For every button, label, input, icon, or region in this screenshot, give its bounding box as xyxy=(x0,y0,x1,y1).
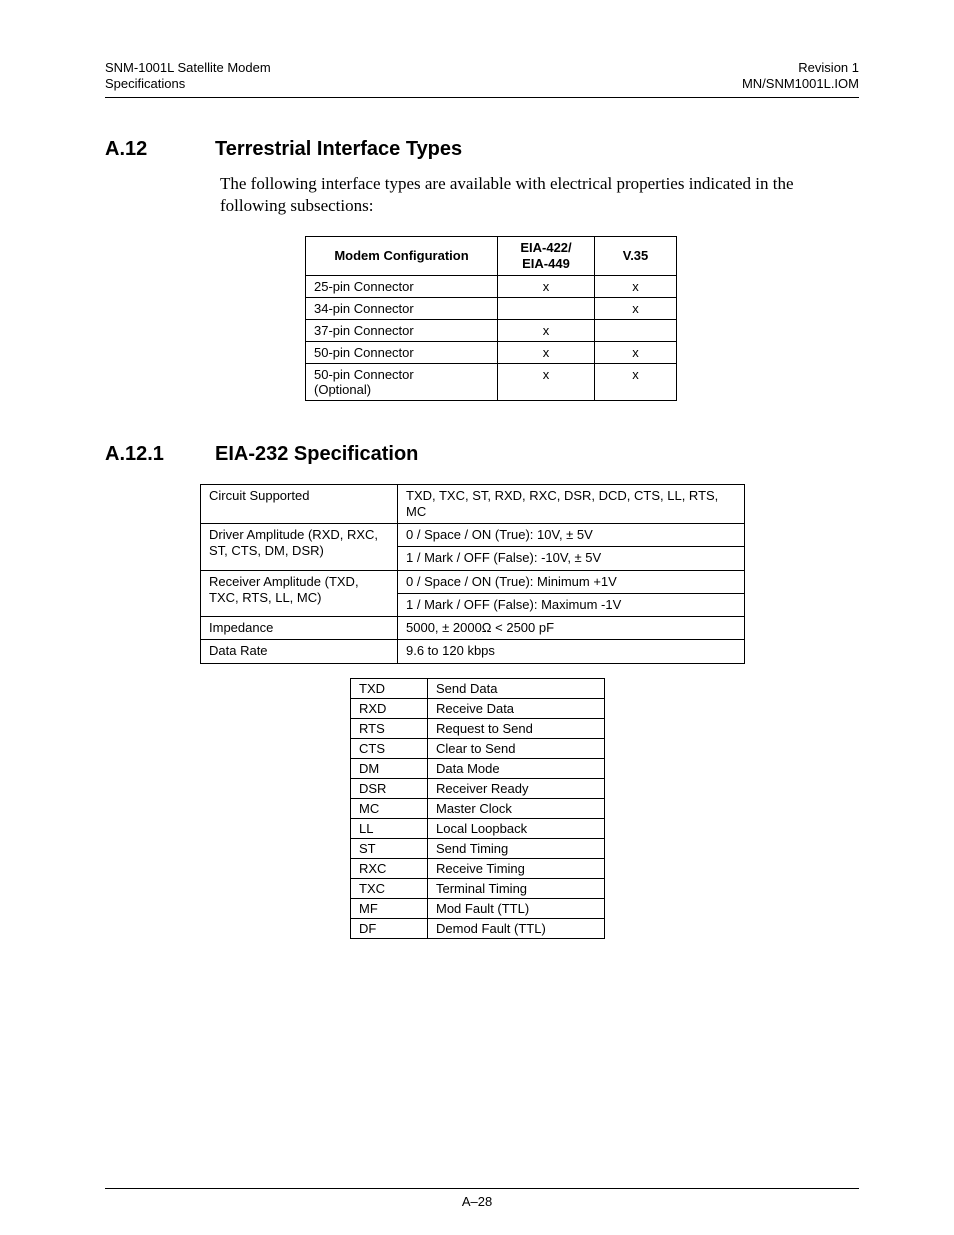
section-title: EIA-232 Specification xyxy=(215,443,418,465)
footer-rule xyxy=(105,1188,859,1189)
header-left: SNM-1001L Satellite Modem Specifications xyxy=(105,60,271,93)
table-row: Driver Amplitude (RXD, RXC, ST, CTS, DM,… xyxy=(201,524,745,547)
table-row: 50-pin Connector x x xyxy=(306,341,677,363)
header-left-line2: Specifications xyxy=(105,76,185,91)
table-row: Circuit Supported TXD, TXC, ST, RXD, RXC… xyxy=(201,484,745,524)
header-right-line1: Revision 1 xyxy=(798,60,859,75)
table-row: DMData Mode xyxy=(351,758,605,778)
table-row: MFMod Fault (TTL) xyxy=(351,898,605,918)
table-row: RXCReceive Timing xyxy=(351,858,605,878)
table-row: TXCTerminal Timing xyxy=(351,878,605,898)
running-header: SNM-1001L Satellite Modem Specifications… xyxy=(105,60,859,93)
table-row: TXDSend Data xyxy=(351,678,605,698)
table-header-row: Modem Configuration EIA-422/ EIA-449 V.3… xyxy=(306,237,677,275)
page: SNM-1001L Satellite Modem Specifications… xyxy=(0,0,954,1235)
table-row: 25-pin Connector x x xyxy=(306,275,677,297)
th-modem-config: Modem Configuration xyxy=(306,237,498,275)
table-row: MCMaster Clock xyxy=(351,798,605,818)
signal-abbrev-table: TXDSend Data RXDReceive Data RTSRequest … xyxy=(350,678,605,939)
th-eia422-449: EIA-422/ EIA-449 xyxy=(498,237,595,275)
table-row: RTSRequest to Send xyxy=(351,718,605,738)
table-row: 34-pin Connector x xyxy=(306,297,677,319)
header-left-line1: SNM-1001L Satellite Modem xyxy=(105,60,271,75)
table-row: 50-pin Connector (Optional) x x xyxy=(306,363,677,400)
page-number: A–28 xyxy=(0,1194,954,1209)
interface-types-table: Modem Configuration EIA-422/ EIA-449 V.3… xyxy=(305,236,677,400)
section-number: A.12 xyxy=(105,138,215,161)
intro-paragraph: The following interface types are availa… xyxy=(220,173,859,219)
footer-rule-wrap xyxy=(105,1184,859,1189)
header-right-line2: MN/SNM1001L.IOM xyxy=(742,76,859,91)
table-row: 37-pin Connector x xyxy=(306,319,677,341)
table-row: CTSClear to Send xyxy=(351,738,605,758)
header-rule xyxy=(105,97,859,98)
header-right: Revision 1 MN/SNM1001L.IOM xyxy=(742,60,859,93)
section-heading-a12: A.12Terrestrial Interface Types xyxy=(105,138,859,161)
eia232-spec-table: Circuit Supported TXD, TXC, ST, RXD, RXC… xyxy=(200,484,745,664)
th-v35: V.35 xyxy=(595,237,677,275)
table-row: DSRReceiver Ready xyxy=(351,778,605,798)
table-row: LLLocal Loopback xyxy=(351,818,605,838)
table-row: STSend Timing xyxy=(351,838,605,858)
table-row: DFDemod Fault (TTL) xyxy=(351,918,605,938)
table-row: RXDReceive Data xyxy=(351,698,605,718)
section-title: Terrestrial Interface Types xyxy=(215,138,462,160)
section-heading-a12-1: A.12.1EIA-232 Specification xyxy=(105,443,859,466)
table-row: Data Rate 9.6 to 120 kbps xyxy=(201,640,745,663)
table-row: Receiver Amplitude (TXD, TXC, RTS, LL, M… xyxy=(201,570,745,593)
table-row: Impedance 5000, ± 2000Ω < 2500 pF xyxy=(201,617,745,640)
section-number: A.12.1 xyxy=(105,443,215,466)
